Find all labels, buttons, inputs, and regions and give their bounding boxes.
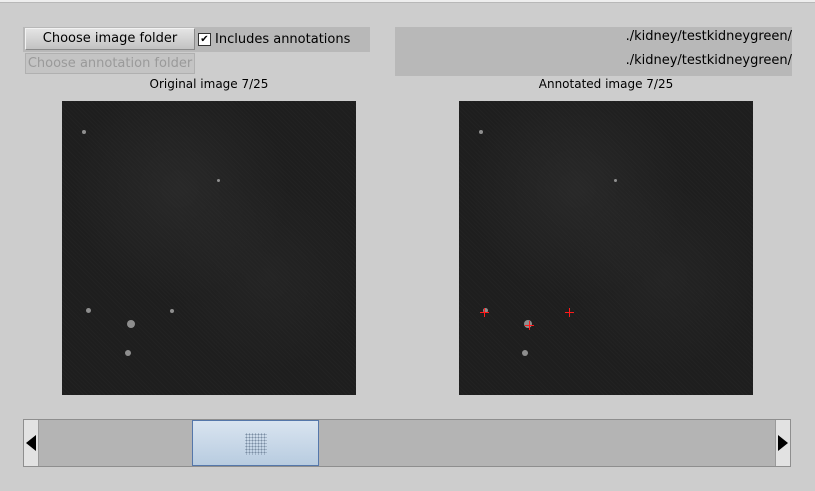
original-image-caption: Original image 7/25	[149, 77, 269, 91]
annotation-marker	[480, 308, 489, 317]
bright-spot	[522, 350, 528, 356]
annotation-marker	[525, 321, 534, 330]
bright-spot	[217, 179, 220, 182]
image-folder-path: ./kidney/testkidneygreen/	[625, 29, 792, 44]
bright-spot	[125, 350, 131, 356]
choose-image-folder-button[interactable]: Choose image folder	[25, 28, 195, 50]
annotation-marker	[565, 308, 574, 317]
bright-spot	[614, 179, 617, 182]
arrow-left-icon	[26, 435, 36, 451]
scrollbar-thumb[interactable]	[192, 420, 319, 466]
includes-annotations-label: Includes annotations	[215, 32, 351, 47]
bright-spot	[479, 130, 483, 134]
bright-spot	[82, 130, 86, 134]
annotated-image-caption: Annotated image 7/25	[538, 77, 674, 91]
includes-annotations-checkbox[interactable]: ✔	[198, 33, 211, 46]
original-image	[62, 101, 356, 395]
arrow-right-icon	[778, 435, 788, 451]
bright-spot	[170, 309, 174, 313]
bright-spot	[127, 320, 135, 328]
next-image-button[interactable]	[775, 420, 790, 466]
folder-paths-panel: ./kidney/testkidneygreen/ ./kidney/testk…	[395, 27, 792, 76]
choose-annotation-folder-button[interactable]: Choose annotation folder	[25, 53, 195, 74]
annotated-image	[459, 101, 753, 395]
grip-icon	[245, 433, 267, 455]
annotation-folder-path: ./kidney/testkidneygreen/	[625, 53, 792, 68]
previous-image-button[interactable]	[24, 420, 39, 466]
image-texture	[459, 101, 753, 395]
image-texture	[62, 101, 356, 395]
includes-annotations-toggle[interactable]: ✔ Includes annotations	[198, 31, 350, 48]
window-top-edge	[0, 0, 815, 3]
image-navigation-scrollbar[interactable]	[23, 419, 791, 467]
bright-spot	[86, 308, 91, 313]
